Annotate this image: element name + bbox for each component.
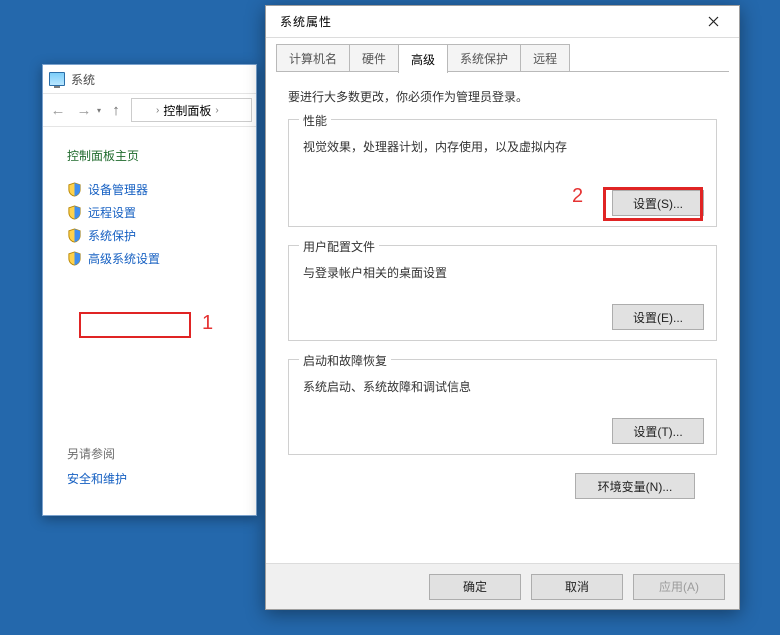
system-icon — [136, 104, 152, 117]
dialog-titlebar: 系统属性 — [266, 6, 739, 38]
sidebar: 控制面板主页 设备管理器 远程设置 系统保护 — [43, 127, 256, 280]
sidebar-item-device-manager[interactable]: 设备管理器 — [67, 178, 242, 201]
tab-advanced[interactable]: 高级 — [398, 44, 448, 73]
address-bar[interactable]: › 控制面板 › — [131, 98, 252, 122]
group-legend: 性能 — [299, 112, 331, 129]
startup-settings-button[interactable]: 设置(T)... — [612, 418, 704, 444]
close-button[interactable] — [693, 10, 733, 34]
window-titlebar: 系统 — [43, 65, 256, 93]
admin-notice: 要进行大多数更改，你必须作为管理员登录。 — [288, 88, 717, 105]
history-dropdown-icon[interactable]: ▾ — [97, 106, 101, 115]
see-also-item[interactable]: 安全和维护 — [67, 470, 127, 487]
sidebar-item-label: 设备管理器 — [88, 181, 148, 198]
dialog-footer: 确定 取消 应用(A) — [266, 563, 739, 609]
window-title: 系统 — [71, 71, 95, 88]
control-panel-window: 系统 ← → ▾ ↑ › 控制面板 › 控制面板主页 设备管理器 — [42, 64, 257, 516]
group-description: 视觉效果，处理器计划，内存使用，以及虚拟内存 — [303, 138, 702, 155]
see-also-section: 另请参阅 安全和维护 — [67, 445, 127, 487]
profiles-settings-button[interactable]: 设置(E)... — [612, 304, 704, 330]
group-legend: 用户配置文件 — [299, 238, 379, 255]
ok-button[interactable]: 确定 — [429, 574, 521, 600]
up-button[interactable]: ↑ — [105, 99, 127, 121]
chevron-right-icon: › — [215, 105, 218, 116]
sidebar-item-label: 远程设置 — [88, 204, 136, 221]
breadcrumb-item[interactable]: 控制面板 — [163, 102, 211, 119]
apply-button[interactable]: 应用(A) — [633, 574, 725, 600]
env-vars-button[interactable]: 环境变量(N)... — [575, 473, 695, 499]
system-properties-dialog: 系统属性 计算机名 硬件 高级 系统保护 远程 要进行大多数更改，你必须作为管理… — [265, 5, 740, 610]
sidebar-heading[interactable]: 控制面板主页 — [67, 147, 242, 164]
sidebar-item-system-protection[interactable]: 系统保护 — [67, 224, 242, 247]
sidebar-list: 设备管理器 远程设置 系统保护 高级系统设置 — [67, 178, 242, 270]
group-description: 与登录帐户相关的桌面设置 — [303, 264, 702, 281]
sidebar-item-label: 系统保护 — [88, 227, 136, 244]
forward-button[interactable]: → — [73, 99, 95, 121]
group-description: 系统启动、系统故障和调试信息 — [303, 378, 702, 395]
shield-icon — [67, 182, 82, 198]
group-performance: 性能 视觉效果，处理器计划，内存使用，以及虚拟内存 设置(S)... — [288, 119, 717, 227]
system-icon — [49, 72, 65, 86]
tab-hardware[interactable]: 硬件 — [349, 44, 399, 72]
see-also-heading: 另请参阅 — [67, 445, 127, 462]
group-legend: 启动和故障恢复 — [299, 352, 391, 369]
sidebar-item-label: 高级系统设置 — [88, 250, 160, 267]
sidebar-item-remote-settings[interactable]: 远程设置 — [67, 201, 242, 224]
tab-strip: 计算机名 硬件 高级 系统保护 远程 — [266, 38, 739, 72]
performance-settings-button[interactable]: 设置(S)... — [612, 190, 704, 216]
dialog-title: 系统属性 — [280, 13, 332, 30]
tab-computer-name[interactable]: 计算机名 — [276, 44, 350, 72]
shield-icon — [67, 205, 82, 221]
shield-icon — [67, 251, 82, 267]
cancel-button[interactable]: 取消 — [531, 574, 623, 600]
env-vars-row: 环境变量(N)... — [288, 473, 717, 511]
explorer-toolbar: ← → ▾ ↑ › 控制面板 › — [43, 93, 256, 127]
group-user-profiles: 用户配置文件 与登录帐户相关的桌面设置 设置(E)... — [288, 245, 717, 341]
back-button[interactable]: ← — [47, 99, 69, 121]
dialog-body: 要进行大多数更改，你必须作为管理员登录。 性能 视觉效果，处理器计划，内存使用，… — [266, 72, 739, 511]
sidebar-item-advanced-system-settings[interactable]: 高级系统设置 — [67, 247, 242, 270]
tab-system-protection[interactable]: 系统保护 — [447, 44, 521, 72]
close-icon — [708, 16, 719, 27]
chevron-right-icon: › — [156, 105, 159, 116]
tab-remote[interactable]: 远程 — [520, 44, 570, 72]
group-startup-recovery: 启动和故障恢复 系统启动、系统故障和调试信息 设置(T)... — [288, 359, 717, 455]
shield-icon — [67, 228, 82, 244]
